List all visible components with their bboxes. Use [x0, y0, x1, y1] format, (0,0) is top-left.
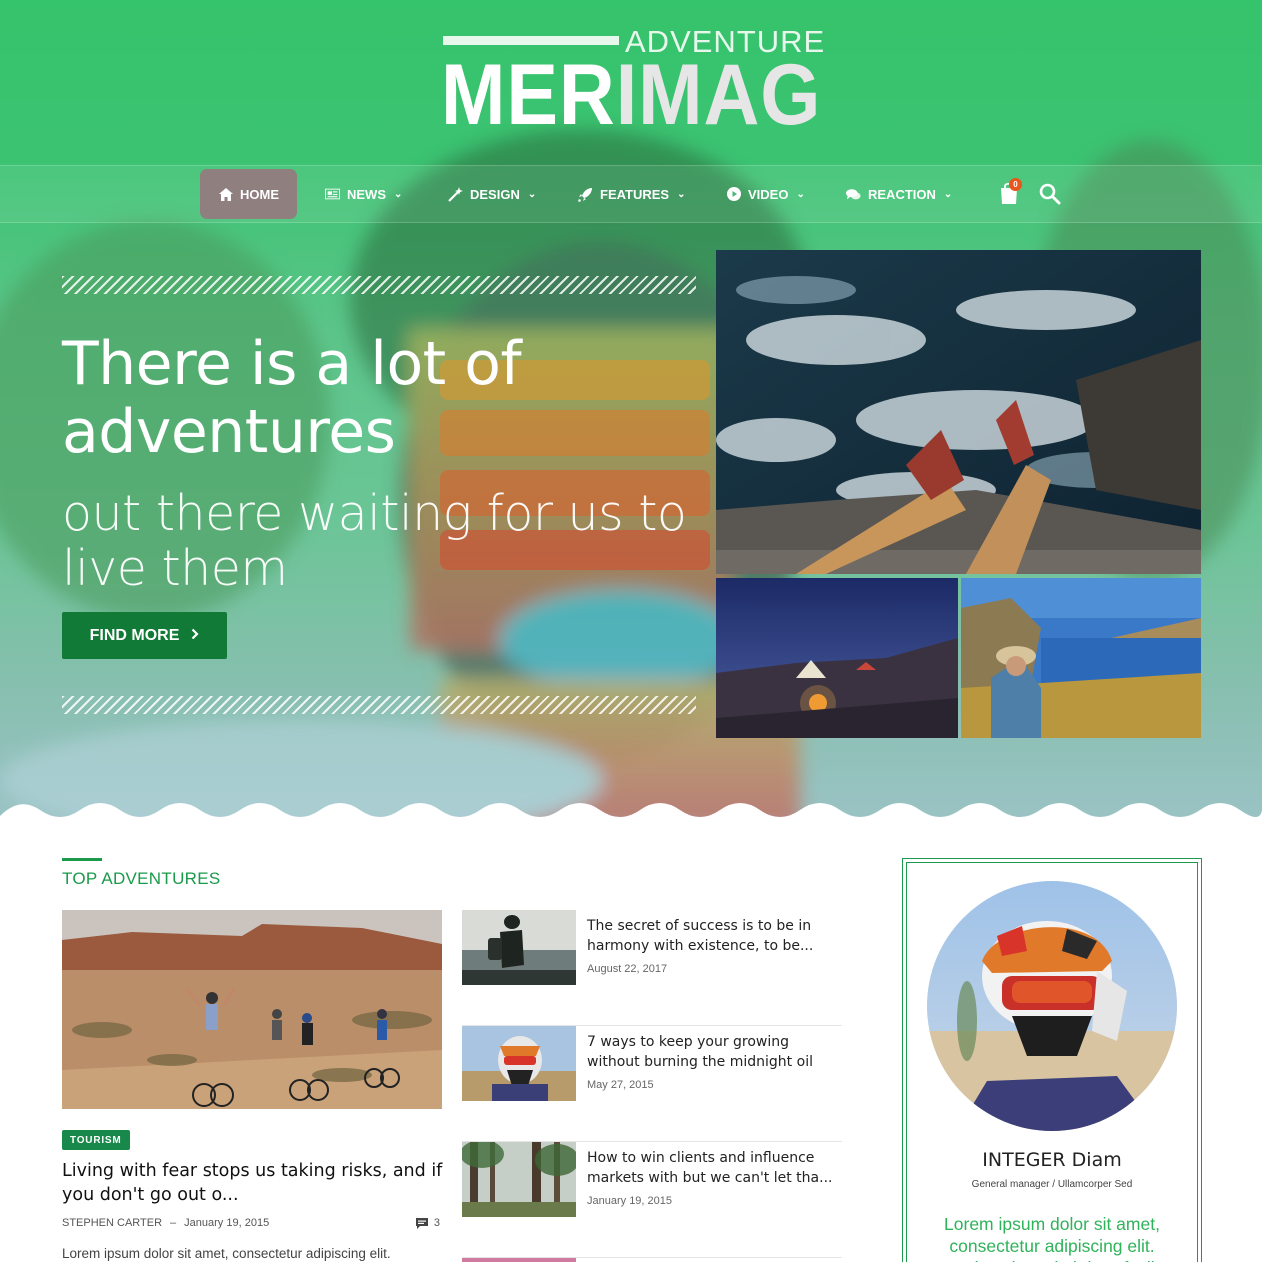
nav-label-news: NEWS [347, 186, 386, 202]
comments-count[interactable]: 3 [415, 1217, 440, 1229]
nav-label-design: DESIGN [470, 186, 520, 202]
nav-item-reaction[interactable]: REACTION ⌄ [846, 169, 952, 219]
hero-title: There is a lot of adventures [62, 329, 522, 467]
cart-count-badge: 0 [1009, 178, 1022, 191]
featured-excerpt: Lorem ipsum dolor sit amet, consectetur … [62, 1246, 391, 1261]
nav-label-reaction: REACTION [868, 186, 936, 202]
nav-label-video: VIDEO [748, 186, 789, 202]
search-button[interactable] [1039, 183, 1061, 205]
avatar [927, 881, 1177, 1131]
chevron-right-icon [191, 627, 199, 645]
newspaper-icon [325, 187, 340, 202]
post-date: August 22, 2017 [587, 963, 668, 975]
gallery-image-cliff-feet[interactable] [716, 250, 1201, 574]
rocket-icon [578, 187, 593, 202]
hero-hatch-bottom [62, 696, 696, 714]
post-title[interactable]: How to win clients and influence markets… [587, 1148, 845, 1188]
nav-item-news[interactable]: NEWS ⌄ [325, 169, 402, 219]
section-title: TOP ADVENTURES [62, 869, 221, 888]
chevron-down-icon: ⌄ [943, 188, 953, 200]
site-logo[interactable]: ADVENTURE MERIMAG [441, 24, 824, 140]
author-profile-widget: INTEGER Diam General manager / Ullamcorp… [902, 858, 1202, 1262]
list-item[interactable]: 7 ways to keep your growing without burn… [462, 1026, 842, 1142]
post-date: January 19, 2015 [587, 1195, 673, 1207]
nav-item-video[interactable]: VIDEO ⌄ [726, 169, 805, 219]
logo-wordmark: MERIMAG [441, 50, 821, 140]
logo-wordmark-grey: IMAG [615, 47, 822, 143]
profile-name: INTEGER Diam [982, 1149, 1122, 1171]
meta-separator: – [170, 1217, 177, 1229]
post-thumbnail-helmet[interactable] [462, 1026, 576, 1101]
nav-label-home: HOME [240, 186, 279, 202]
hero-hatch-top [62, 276, 696, 294]
comments-count-value: 3 [433, 1217, 440, 1229]
hero-subtitle: out there waiting for us to live them [62, 485, 687, 597]
category-tag[interactable]: TOURISM [62, 1130, 130, 1150]
nav-label-features: FEATURES [600, 186, 670, 202]
nav-item-home[interactable]: HOME [200, 169, 297, 219]
post-thumbnail-forest[interactable] [462, 1142, 576, 1217]
chevron-down-icon: ⌄ [394, 188, 403, 200]
profile-description: Lorem ipsum dolor sit amet, consectetur … [935, 1214, 1169, 1262]
post-title[interactable]: The secret of success is to be in harmon… [587, 916, 845, 956]
chat-icon [846, 187, 861, 202]
list-item[interactable]: The secret of success is to be in harmon… [462, 910, 842, 1026]
post-date: May 27, 2015 [587, 1079, 654, 1091]
play-circle-icon [726, 187, 741, 202]
find-more-label: FIND MORE [89, 626, 180, 644]
logo-bar [443, 36, 619, 45]
list-item[interactable]: How to win clients and influence markets… [462, 1142, 842, 1258]
featured-image-bikers[interactable] [62, 910, 442, 1109]
chevron-down-icon: ⌄ [527, 188, 537, 200]
gallery-image-campsite[interactable] [716, 578, 958, 738]
logo-wordmark-white: MER [441, 47, 616, 143]
post-thumbnail-hiker[interactable] [462, 910, 576, 985]
magic-wand-icon [448, 186, 463, 202]
cart-button[interactable]: 0 [998, 178, 1022, 207]
post-title[interactable]: 7 ways to keep your growing without burn… [587, 1032, 845, 1072]
featured-meta: STEPHEN CARTER – January 19, 2015 3 [62, 1217, 440, 1229]
profile-role: General manager / Ullamcorper Sed [971, 1179, 1133, 1190]
chevron-down-icon: ⌄ [796, 188, 805, 200]
featured-title[interactable]: Living with fear stops us taking risks, … [62, 1159, 447, 1207]
find-more-button[interactable]: FIND MORE [62, 612, 227, 659]
search-icon [1039, 183, 1061, 205]
hero-section: ADVENTURE MERIMAG HOME NEWS ⌄ DESIGN ⌄ F… [0, 0, 1262, 830]
section-accent-line [62, 858, 102, 861]
featured-date: January 19, 2015 [184, 1217, 270, 1229]
comment-icon [415, 1217, 428, 1229]
hero-wave-divider [0, 803, 1262, 830]
nav-item-design[interactable]: DESIGN ⌄ [448, 169, 536, 219]
nav-item-features[interactable]: FEATURES ⌄ [578, 169, 686, 219]
chevron-down-icon: ⌄ [677, 188, 686, 200]
gallery-image-coast-woman[interactable] [961, 578, 1201, 738]
post-thumbnail-next[interactable] [462, 1258, 576, 1262]
home-icon [218, 187, 233, 202]
featured-author[interactable]: STEPHEN CARTER [62, 1217, 162, 1229]
